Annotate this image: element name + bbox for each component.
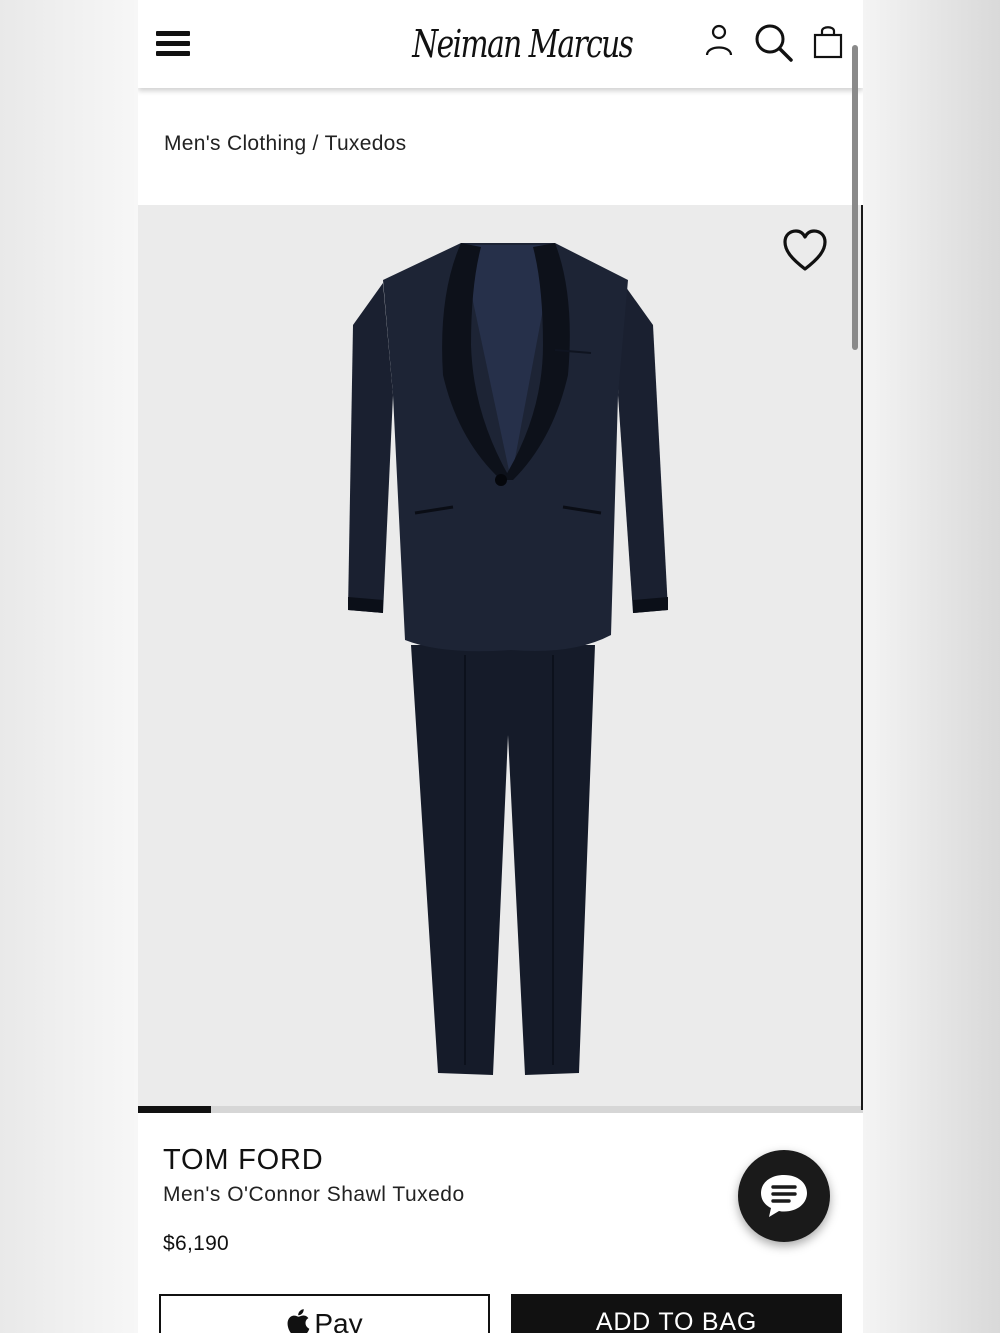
menu-icon[interactable] (156, 31, 190, 61)
account-icon[interactable] (704, 22, 734, 58)
apple-pay-button[interactable]: Pay (159, 1294, 490, 1333)
breadcrumb-link-tuxedos[interactable]: Tuxedos (325, 132, 407, 155)
breadcrumb-separator: / (312, 132, 319, 155)
product-designer[interactable]: TOM FORD (163, 1144, 324, 1177)
apple-pay-label: Pay (314, 1308, 363, 1333)
apple-logo-icon (287, 1309, 310, 1333)
tuxedo-product-photo (348, 243, 668, 1075)
breadcrumb-link-mens-clothing[interactable]: Men's Clothing (164, 132, 306, 155)
brand-logo[interactable]: Neiman Marcus (412, 12, 634, 76)
heart-icon[interactable] (782, 229, 828, 273)
background-left (0, 0, 138, 1333)
search-icon[interactable] (753, 22, 795, 64)
gallery-progress-fill (138, 1106, 211, 1113)
breadcrumb: Men's Clothing / Tuxedos (164, 132, 406, 156)
gallery-progress-bar (138, 1106, 863, 1113)
product-name: Men's O'Connor Shawl Tuxedo (163, 1183, 465, 1206)
scrollbar-thumb[interactable] (852, 45, 858, 350)
chat-button[interactable] (738, 1150, 830, 1242)
add-to-bag-button[interactable]: ADD TO BAG (511, 1294, 842, 1333)
product-image-gallery[interactable] (138, 205, 863, 1108)
chat-icon (761, 1175, 807, 1217)
site-header: Neiman Marcus (138, 0, 863, 88)
background-right (863, 0, 1000, 1333)
image-edge-divider (861, 205, 863, 1110)
shopping-bag-icon[interactable] (813, 24, 843, 60)
product-page: Neiman Marcus Men's Clothing / Tuxedos T… (138, 0, 863, 1333)
product-price: $6,190 (163, 1232, 230, 1255)
